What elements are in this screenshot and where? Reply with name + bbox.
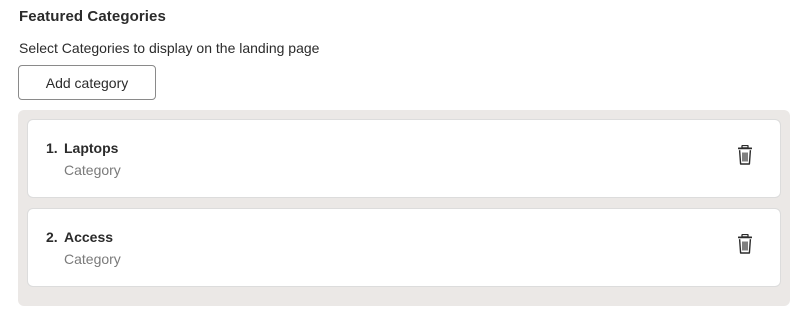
- category-item: 2. Access Category: [27, 208, 781, 287]
- add-category-button[interactable]: Add category: [18, 65, 156, 100]
- category-name-text: Laptops: [64, 140, 119, 156]
- category-item: 1. Laptops Category: [27, 119, 781, 198]
- section-description: Select Categories to display on the land…: [19, 40, 320, 56]
- category-type: Category: [64, 251, 121, 267]
- category-index: 1.: [46, 140, 58, 156]
- category-name-text: Access: [64, 229, 114, 245]
- section-title: Featured Categories: [19, 8, 166, 25]
- category-name: 1. Laptops: [46, 140, 118, 156]
- category-list: 1. Laptops Category 2. Access Category: [18, 110, 790, 306]
- trash-icon[interactable]: [736, 234, 754, 254]
- category-name: 2. Access: [46, 229, 113, 245]
- category-type: Category: [64, 162, 121, 178]
- category-index: 2.: [46, 229, 58, 245]
- featured-categories-section: Featured Categories Select Categories to…: [0, 0, 800, 325]
- trash-icon[interactable]: [736, 145, 754, 165]
